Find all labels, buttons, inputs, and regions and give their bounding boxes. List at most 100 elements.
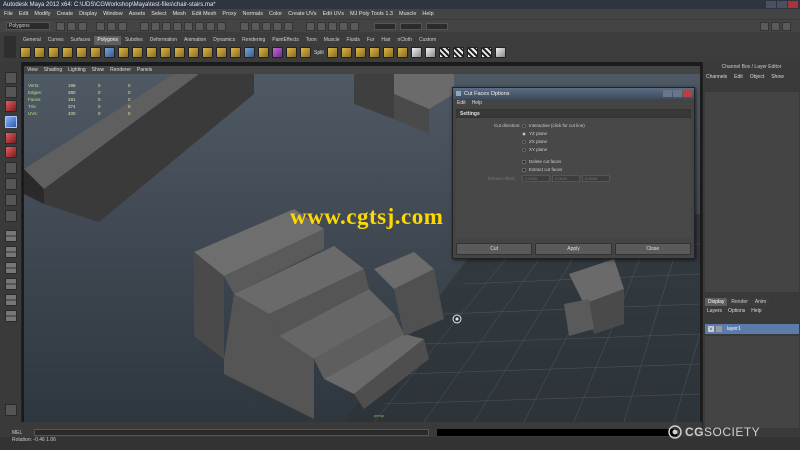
option-yz-plane[interactable]: YZ plane	[522, 131, 547, 136]
panel-menu-show[interactable]: Show	[92, 67, 105, 73]
checkbox[interactable]	[522, 159, 526, 164]
extrude-icon[interactable]	[286, 47, 297, 58]
uv-checker-icon[interactable]	[438, 47, 450, 58]
unfold-uvs-icon[interactable]	[480, 47, 492, 58]
shelf-tab-general[interactable]: General	[20, 36, 44, 45]
layer-menu-options[interactable]: Options	[728, 308, 745, 314]
snap-curve-icon[interactable]	[251, 22, 260, 31]
shelf-tab-toon[interactable]: Toon	[302, 36, 320, 45]
attribute-editor-toggle-icon[interactable]	[771, 22, 780, 31]
paint-select-tool-icon[interactable]	[5, 100, 17, 112]
dialog-maximize-button[interactable]	[673, 90, 682, 97]
shelf-tab-subdivs[interactable]: Subdivs	[121, 36, 146, 45]
option-delete-cut-faces[interactable]: Delete cut faces	[522, 159, 561, 164]
offset-edge-loop-icon[interactable]	[340, 47, 352, 58]
manipulator-tool-icon[interactable]	[5, 162, 17, 174]
panel-menu-shading[interactable]: Shading	[44, 67, 62, 73]
mel-label[interactable]: MEL	[12, 430, 34, 436]
radio-button[interactable]	[522, 139, 526, 144]
ipr-render-icon[interactable]	[328, 22, 337, 31]
quick-layout-icon[interactable]	[5, 404, 17, 416]
layer-menu-help[interactable]: Help	[751, 308, 761, 314]
render-frame-icon[interactable]	[317, 22, 326, 31]
shelf-options-handle[interactable]	[4, 36, 16, 58]
menu-proxy[interactable]: Proxy	[222, 11, 236, 17]
poly-prism-icon[interactable]	[104, 47, 115, 58]
tool-settings-toggle-icon[interactable]	[782, 22, 791, 31]
layer-tab-render[interactable]: Render	[728, 298, 751, 306]
panel-menu-renderer[interactable]: Renderer	[110, 67, 131, 73]
bridge-icon[interactable]	[300, 47, 311, 58]
mask-misc-icon[interactable]	[217, 22, 226, 31]
persp-graph-layout-icon[interactable]	[5, 278, 17, 290]
smooth-icon[interactable]	[188, 47, 199, 58]
command-input[interactable]	[34, 429, 429, 436]
insert-edge-loop-icon[interactable]	[326, 47, 338, 58]
boolean-intersection-icon[interactable]	[230, 47, 241, 58]
four-pane-layout-icon[interactable]	[5, 246, 17, 258]
extract-offset-z-field[interactable]: 0.0000	[582, 175, 610, 182]
snap-grid-icon[interactable]	[240, 22, 249, 31]
poly-pipe-icon[interactable]	[132, 47, 143, 58]
layer-name[interactable]: layer1	[727, 326, 741, 332]
menu-window[interactable]: Window	[103, 11, 123, 17]
menu-assets[interactable]: Assets	[129, 11, 146, 17]
mask-surfaces-icon[interactable]	[173, 22, 182, 31]
menu-edit-mesh[interactable]: Edit Mesh	[192, 11, 216, 17]
mask-dynamics-icon[interactable]	[195, 22, 204, 31]
poly-pyramid-icon[interactable]	[118, 47, 129, 58]
shelf-tab-curves[interactable]: Curves	[44, 36, 67, 45]
layer-menu-layers[interactable]: Layers	[707, 308, 722, 314]
menu-create[interactable]: Create	[57, 11, 74, 17]
extract-offset-y-field[interactable]: 0.0000	[552, 175, 580, 182]
scale-tool-icon[interactable]	[5, 146, 17, 158]
automatic-mapping-icon[interactable]	[466, 47, 478, 58]
shelf-tab-deformation[interactable]: Deformation	[146, 36, 180, 45]
shelf-tab-polygons[interactable]: Polygons	[94, 36, 121, 45]
option-xy-plane[interactable]: XY plane	[522, 147, 547, 152]
mask-deformers-icon[interactable]	[184, 22, 193, 31]
menu-edit[interactable]: Edit	[19, 11, 28, 17]
menu-file[interactable]: File	[4, 11, 13, 17]
select-tool-icon[interactable]	[5, 72, 17, 84]
menu-create-uvs[interactable]: Create UVs	[288, 11, 316, 17]
separate-icon[interactable]	[160, 47, 171, 58]
show-manipulator-icon[interactable]	[5, 194, 17, 206]
single-pane-layout-icon[interactable]	[5, 230, 17, 242]
option-zx-plane[interactable]: ZX plane	[522, 139, 547, 144]
mask-rendering-icon[interactable]	[206, 22, 215, 31]
mask-joints-icon[interactable]	[151, 22, 160, 31]
menu-normals[interactable]: Normals	[242, 11, 262, 17]
menu-muscle[interactable]: Muscle	[399, 11, 416, 17]
last-tool-icon[interactable]	[5, 210, 17, 222]
minimize-button[interactable]	[766, 1, 776, 8]
menu-mesh[interactable]: Mesh	[173, 11, 186, 17]
numeric-field-y[interactable]	[426, 23, 448, 30]
move-tool-icon[interactable]	[5, 116, 17, 128]
boolean-union-icon[interactable]	[202, 47, 213, 58]
combine-icon[interactable]	[146, 47, 157, 58]
cylindrical-mapping-icon[interactable]	[424, 47, 436, 58]
layer-type-toggle[interactable]	[716, 326, 722, 332]
cb-menu-show[interactable]: Show	[771, 74, 784, 80]
cb-menu-channels[interactable]: Channels	[706, 74, 727, 80]
panel-menu-view[interactable]: View	[27, 67, 38, 73]
menu-mj-poly-tools[interactable]: MJ Poly Tools 1.3	[350, 11, 393, 17]
shelf-tab-fluids[interactable]: Fluids	[343, 36, 363, 45]
menu-help[interactable]: Help	[422, 11, 433, 17]
boolean-difference-icon[interactable]	[216, 47, 227, 58]
apply-button[interactable]: Apply	[535, 243, 612, 255]
option-extract-cut-faces[interactable]: Extract cut faces	[522, 167, 562, 172]
shelf-tab-painteffects[interactable]: PaintEffects	[269, 36, 302, 45]
checkbox[interactable]	[522, 167, 526, 172]
hypershade-layout-icon[interactable]	[5, 294, 17, 306]
poly-sphere-icon[interactable]	[20, 47, 31, 58]
radio-button[interactable]	[522, 147, 526, 152]
layer-tab-display[interactable]: Display	[705, 298, 728, 306]
menu-set-dropdown[interactable]: Polygons	[6, 22, 50, 30]
poly-torus-icon[interactable]	[90, 47, 101, 58]
numeric-field-x[interactable]	[400, 23, 422, 30]
menu-modify[interactable]: Modify	[34, 11, 50, 17]
hypershade-icon[interactable]	[350, 22, 359, 31]
poly-cylinder-icon[interactable]	[48, 47, 59, 58]
